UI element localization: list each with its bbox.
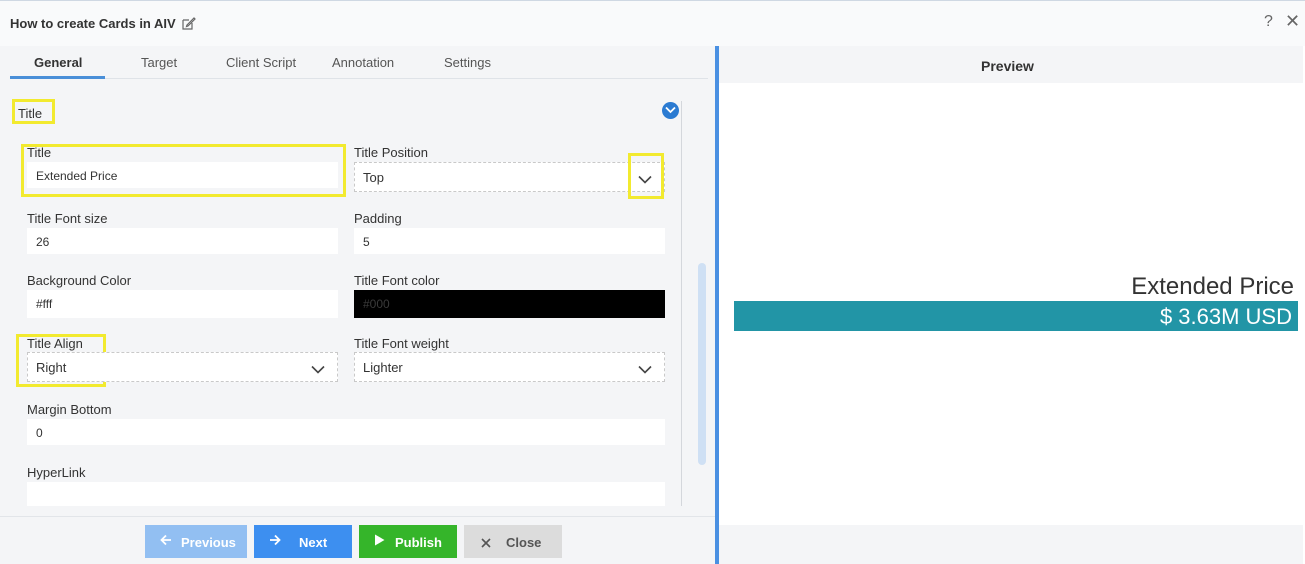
close-icon bbox=[481, 536, 491, 551]
preview-footer bbox=[719, 525, 1303, 564]
card-preview-title: Extended Price bbox=[1131, 273, 1294, 300]
title-font-weight-value: Lighter bbox=[363, 360, 403, 375]
margin-bottom-input[interactable]: 0 bbox=[27, 419, 665, 445]
tab-target[interactable]: Target bbox=[141, 55, 177, 70]
edit-icon[interactable] bbox=[181, 16, 196, 31]
publish-button[interactable]: Publish bbox=[359, 525, 457, 558]
dropdown-highlight bbox=[628, 153, 664, 199]
padding-label: Padding bbox=[354, 211, 402, 226]
dialog-footer: Previous Next Publish Close bbox=[0, 516, 715, 564]
active-tab-indicator bbox=[10, 76, 105, 79]
preview-title: Preview bbox=[981, 58, 1034, 74]
publish-label: Publish bbox=[395, 535, 442, 550]
config-panel: General Target Client Script Annotation … bbox=[0, 46, 715, 564]
scrollbar[interactable] bbox=[698, 263, 706, 465]
tab-general[interactable]: General bbox=[34, 55, 82, 70]
title-position-value: Top bbox=[363, 170, 384, 185]
title-label: Title bbox=[27, 145, 52, 160]
close-label: Close bbox=[506, 535, 542, 550]
scroll-track bbox=[681, 101, 682, 506]
background-color-input[interactable]: #fff bbox=[27, 290, 338, 318]
tab-bar: General Target Client Script Annotation … bbox=[10, 46, 708, 79]
title-position-label: Title Position bbox=[354, 145, 428, 160]
title-font-color-input[interactable]: #000 bbox=[354, 290, 665, 318]
title-align-select[interactable]: Right bbox=[27, 352, 338, 382]
background-color-label: Background Color bbox=[27, 273, 132, 288]
previous-label: Previous bbox=[181, 535, 236, 550]
margin-bottom-label: Margin Bottom bbox=[27, 402, 112, 417]
dialog-title: How to create Cards in AIV bbox=[10, 16, 176, 31]
padding-input[interactable]: 5 bbox=[354, 228, 665, 254]
title-font-weight-select[interactable]: Lighter bbox=[354, 352, 665, 382]
chevron-down-icon[interactable] bbox=[311, 362, 325, 377]
title-align-value: Right bbox=[36, 360, 67, 375]
section-title[interactable]: Title bbox=[12, 99, 55, 124]
title-position-select[interactable]: Top bbox=[354, 162, 665, 192]
title-input[interactable]: Extended Price bbox=[27, 162, 338, 188]
preview-header: Preview bbox=[719, 46, 1303, 83]
hyperlink-label: HyperLink bbox=[27, 465, 86, 480]
help-icon[interactable]: ? bbox=[1264, 13, 1273, 31]
arrow-right-icon bbox=[269, 534, 281, 549]
collapse-icon[interactable] bbox=[662, 102, 679, 119]
tab-client-script[interactable]: Client Script bbox=[226, 55, 296, 70]
title-font-size-input[interactable]: 26 bbox=[27, 228, 338, 254]
tab-settings[interactable]: Settings bbox=[444, 55, 491, 70]
card-preview-value: $ 3.63M USD bbox=[1159, 304, 1292, 329]
chevron-down-icon[interactable] bbox=[638, 362, 652, 377]
card-editor-dialog: How to create Cards in AIV ? ✕ General T… bbox=[0, 0, 1305, 564]
arrow-left-icon bbox=[160, 534, 172, 549]
title-font-size-label: Title Font size bbox=[27, 211, 108, 226]
preview-panel: Preview Extended Price $ 3.63M USD bbox=[719, 46, 1305, 564]
title-align-label: Title Align bbox=[27, 336, 83, 351]
play-icon bbox=[374, 534, 385, 549]
tab-annotation[interactable]: Annotation bbox=[332, 55, 394, 70]
close-icon[interactable]: ✕ bbox=[1285, 12, 1300, 30]
previous-button[interactable]: Previous bbox=[145, 525, 247, 558]
hyperlink-input[interactable] bbox=[27, 482, 665, 506]
close-button[interactable]: Close bbox=[464, 525, 562, 558]
next-label: Next bbox=[299, 535, 328, 550]
title-font-color-label: Title Font color bbox=[354, 273, 440, 288]
next-button[interactable]: Next bbox=[254, 525, 352, 558]
dialog-titlebar: How to create Cards in AIV ? ✕ bbox=[0, 1, 1305, 46]
title-font-weight-label: Title Font weight bbox=[354, 336, 449, 351]
card-value-bar: $ 3.63M USD bbox=[734, 301, 1298, 331]
